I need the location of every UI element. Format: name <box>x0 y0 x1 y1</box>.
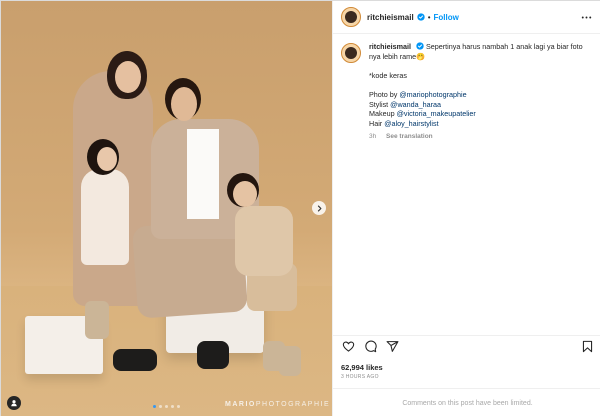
caption-author-avatar[interactable] <box>341 43 361 63</box>
credit-handle-link[interactable]: @wanda_haraa <box>390 100 441 109</box>
comment-icon <box>364 340 377 353</box>
credit-role: Hair <box>369 118 385 128</box>
more-options-button[interactable] <box>579 10 593 24</box>
carousel-dot <box>165 405 168 408</box>
comments-limited-notice: Comments on this post have been limited. <box>333 388 600 416</box>
carousel-dot <box>177 405 180 408</box>
verified-badge-icon <box>416 42 424 50</box>
boy-shirt <box>235 206 293 276</box>
credit-line: Photo by @mariophotographie <box>369 90 591 100</box>
header-separator: • <box>427 12 431 22</box>
girl-face <box>97 147 117 171</box>
post-caption: ritchieismail Sepertinya harus nambah 1 … <box>333 34 600 142</box>
post-modal: MARIOPHOTOGRAPHIE ritchieismail • Follow… <box>0 0 600 416</box>
credit-role: Stylist <box>369 99 391 109</box>
carousel-dot <box>171 405 174 408</box>
father-shoe-left <box>113 349 157 371</box>
post-side-panel: ritchieismail • Follow ritchieismail Sep… <box>332 1 600 416</box>
user-icon <box>11 400 17 407</box>
mother-face <box>115 61 141 93</box>
likes-count[interactable]: 62,994 likes <box>341 363 383 372</box>
father-shirt <box>187 129 219 219</box>
credit-line: Hair @aloy_hairstylist <box>369 119 591 129</box>
see-translation-link[interactable]: See translation <box>386 133 433 140</box>
caption-emoji: 🤭 <box>416 51 426 61</box>
credit-line: Makeup @victoria_makeupatelier <box>369 109 591 119</box>
author-username[interactable]: ritchieismail <box>367 13 414 22</box>
caption-age: 3h <box>369 133 377 141</box>
tagged-users-button[interactable] <box>7 396 21 410</box>
like-button[interactable] <box>341 340 355 354</box>
credit-handle-link[interactable]: @victoria_makeupatelier <box>397 109 476 118</box>
credit-role: Photo by <box>369 89 400 99</box>
post-actions <box>333 335 600 357</box>
save-button[interactable] <box>580 340 594 354</box>
heart-icon <box>342 341 354 352</box>
girl-dress <box>81 169 129 265</box>
carousel-dot <box>159 405 162 408</box>
boy-face <box>233 181 257 207</box>
comment-button[interactable] <box>363 340 377 354</box>
father-shoe-right <box>197 341 229 369</box>
chevron-right-icon <box>317 204 321 212</box>
share-icon <box>386 341 398 352</box>
follow-button[interactable]: Follow <box>434 13 459 22</box>
father-face <box>171 87 197 121</box>
post-timestamp: 3 HOURS AGO <box>341 374 379 380</box>
more-options-icon <box>581 16 591 18</box>
photographer-watermark: MARIOPHOTOGRAPHIE <box>225 401 331 408</box>
carousel-dot <box>153 405 156 408</box>
credit-handle-link[interactable]: @mariophotographie <box>399 90 466 99</box>
credit-line: Stylist @wanda_haraa <box>369 100 591 110</box>
caption-username[interactable]: ritchieismail <box>369 42 411 51</box>
credit-role: Makeup <box>369 109 397 119</box>
bookmark-icon <box>582 340 592 353</box>
caption-credits: Photo by @mariophotographie Stylist @wand… <box>369 90 591 128</box>
credit-handle-link[interactable]: @aloy_hairstylist <box>384 119 438 128</box>
caption-text-line2: nya lebih rame <box>369 51 417 61</box>
verified-badge-icon <box>417 13 425 21</box>
carousel-indicator <box>153 405 180 408</box>
girl-boot <box>85 301 109 339</box>
share-button[interactable] <box>385 340 399 354</box>
post-header: ritchieismail • Follow <box>333 1 600 34</box>
caption-meta: 3h See translation <box>369 132 591 142</box>
author-avatar[interactable] <box>341 7 361 27</box>
post-photo[interactable]: MARIOPHOTOGRAPHIE <box>1 1 332 416</box>
caption-text-line1: Sepertinya harus nambah 1 anak lagi ya b… <box>425 42 583 51</box>
carousel-next-button[interactable] <box>312 201 326 215</box>
boy-boot-right <box>279 346 301 376</box>
caption-kode: *kode keras <box>369 70 407 80</box>
